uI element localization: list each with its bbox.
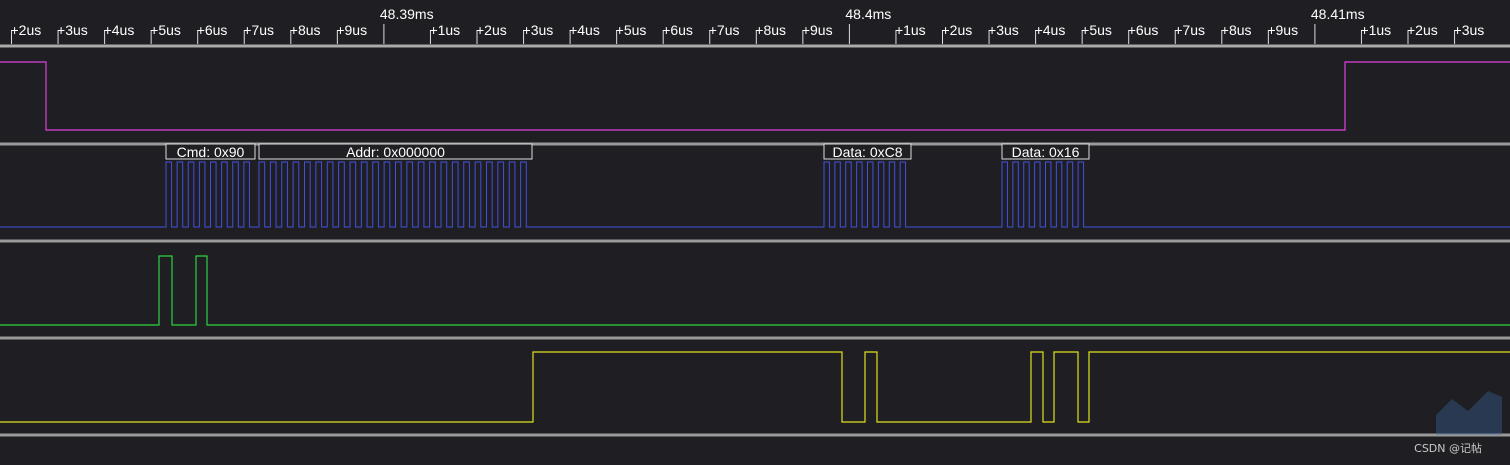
minor-time-label: +4us: [569, 22, 600, 38]
watermark-logo-icon: [1436, 391, 1502, 435]
minor-time-label: +4us: [104, 22, 135, 38]
cmd-annotation[interactable]: Cmd: 0x90: [165, 143, 256, 160]
minor-time-label: +5us: [150, 22, 181, 38]
minor-time-label: +3us: [523, 22, 554, 38]
addr-annotation[interactable]: Addr: 0x000000: [258, 143, 533, 160]
watermark-text: CSDN @记帖: [1414, 442, 1482, 455]
minor-time-label: +6us: [1128, 22, 1159, 38]
major-time-label: 48.4ms: [845, 6, 891, 22]
logic-analyzer-view: +2us +3us +4us +5us +6us +7us +8us +9us 48.39ms +…: [0, 0, 1510, 465]
cs-waveform: [0, 61, 1510, 131]
channel-cs[interactable]: [0, 61, 1510, 131]
minor-time-label: +5us: [1081, 22, 1112, 38]
waveform-canvas[interactable]: +2us +3us +4us +5us +6us +7us +8us +9us48.39ms+…: [0, 0, 1510, 465]
data-annotation-2[interactable]: Data: 0x16: [1001, 143, 1090, 160]
channel-mosi[interactable]: [0, 255, 1510, 326]
minor-time-label: +9us: [802, 22, 833, 38]
mosi-waveform: [0, 255, 1510, 326]
channel-clk[interactable]: [0, 161, 1510, 228]
minor-time-label: +4us: [1035, 22, 1066, 38]
minor-time-label: +1us: [895, 22, 926, 38]
minor-time-label: +7us: [709, 22, 740, 38]
miso-waveform: [0, 351, 1510, 423]
minor-time-label: +3us: [1454, 22, 1485, 38]
annotation-label: Data: 0x16: [1012, 144, 1080, 160]
clk-waveform: [0, 161, 1510, 228]
minor-time-label: +9us: [1267, 22, 1298, 38]
minor-time-label: +1us: [1360, 22, 1391, 38]
minor-time-label: +8us: [290, 22, 321, 38]
minor-time-label: +2us: [476, 22, 507, 38]
annotation-label: Data: 0xC8: [832, 144, 902, 160]
minor-time-label: +9us: [336, 22, 367, 38]
minor-time-label: +6us: [197, 22, 228, 38]
minor-time-label: +6us: [662, 22, 693, 38]
minor-time-label: +1us: [429, 22, 460, 38]
minor-time-label: +7us: [1174, 22, 1205, 38]
data-annotation-1[interactable]: Data: 0xC8: [823, 143, 912, 160]
channel-miso[interactable]: [0, 351, 1510, 423]
major-time-label: 48.39ms: [380, 6, 434, 22]
minor-time-label: +8us: [755, 22, 786, 38]
time-ruler[interactable]: +2us +3us +4us +5us +6us +7us +8us +9us48.39ms+…: [0, 6, 1510, 48]
channel-separators: [0, 142, 1510, 437]
major-time-label: 48.41ms: [1311, 6, 1365, 22]
minor-time-label: +2us: [1407, 22, 1438, 38]
minor-time-label: +3us: [988, 22, 1019, 38]
annotation-label: Cmd: 0x90: [177, 144, 245, 160]
minor-time-label: +8us: [1221, 22, 1252, 38]
minor-time-label: +7us: [243, 22, 274, 38]
minor-time-label: +3us: [57, 22, 88, 38]
minor-time-label: +5us: [616, 22, 647, 38]
minor-time-label: +2us: [11, 22, 42, 38]
annotation-label: Addr: 0x000000: [346, 144, 445, 160]
decoder-annotations[interactable]: Cmd: 0x90 Addr: 0x000000 Data: 0xC8 Data: 0…: [165, 143, 1090, 160]
minor-time-label: +2us: [942, 22, 973, 38]
